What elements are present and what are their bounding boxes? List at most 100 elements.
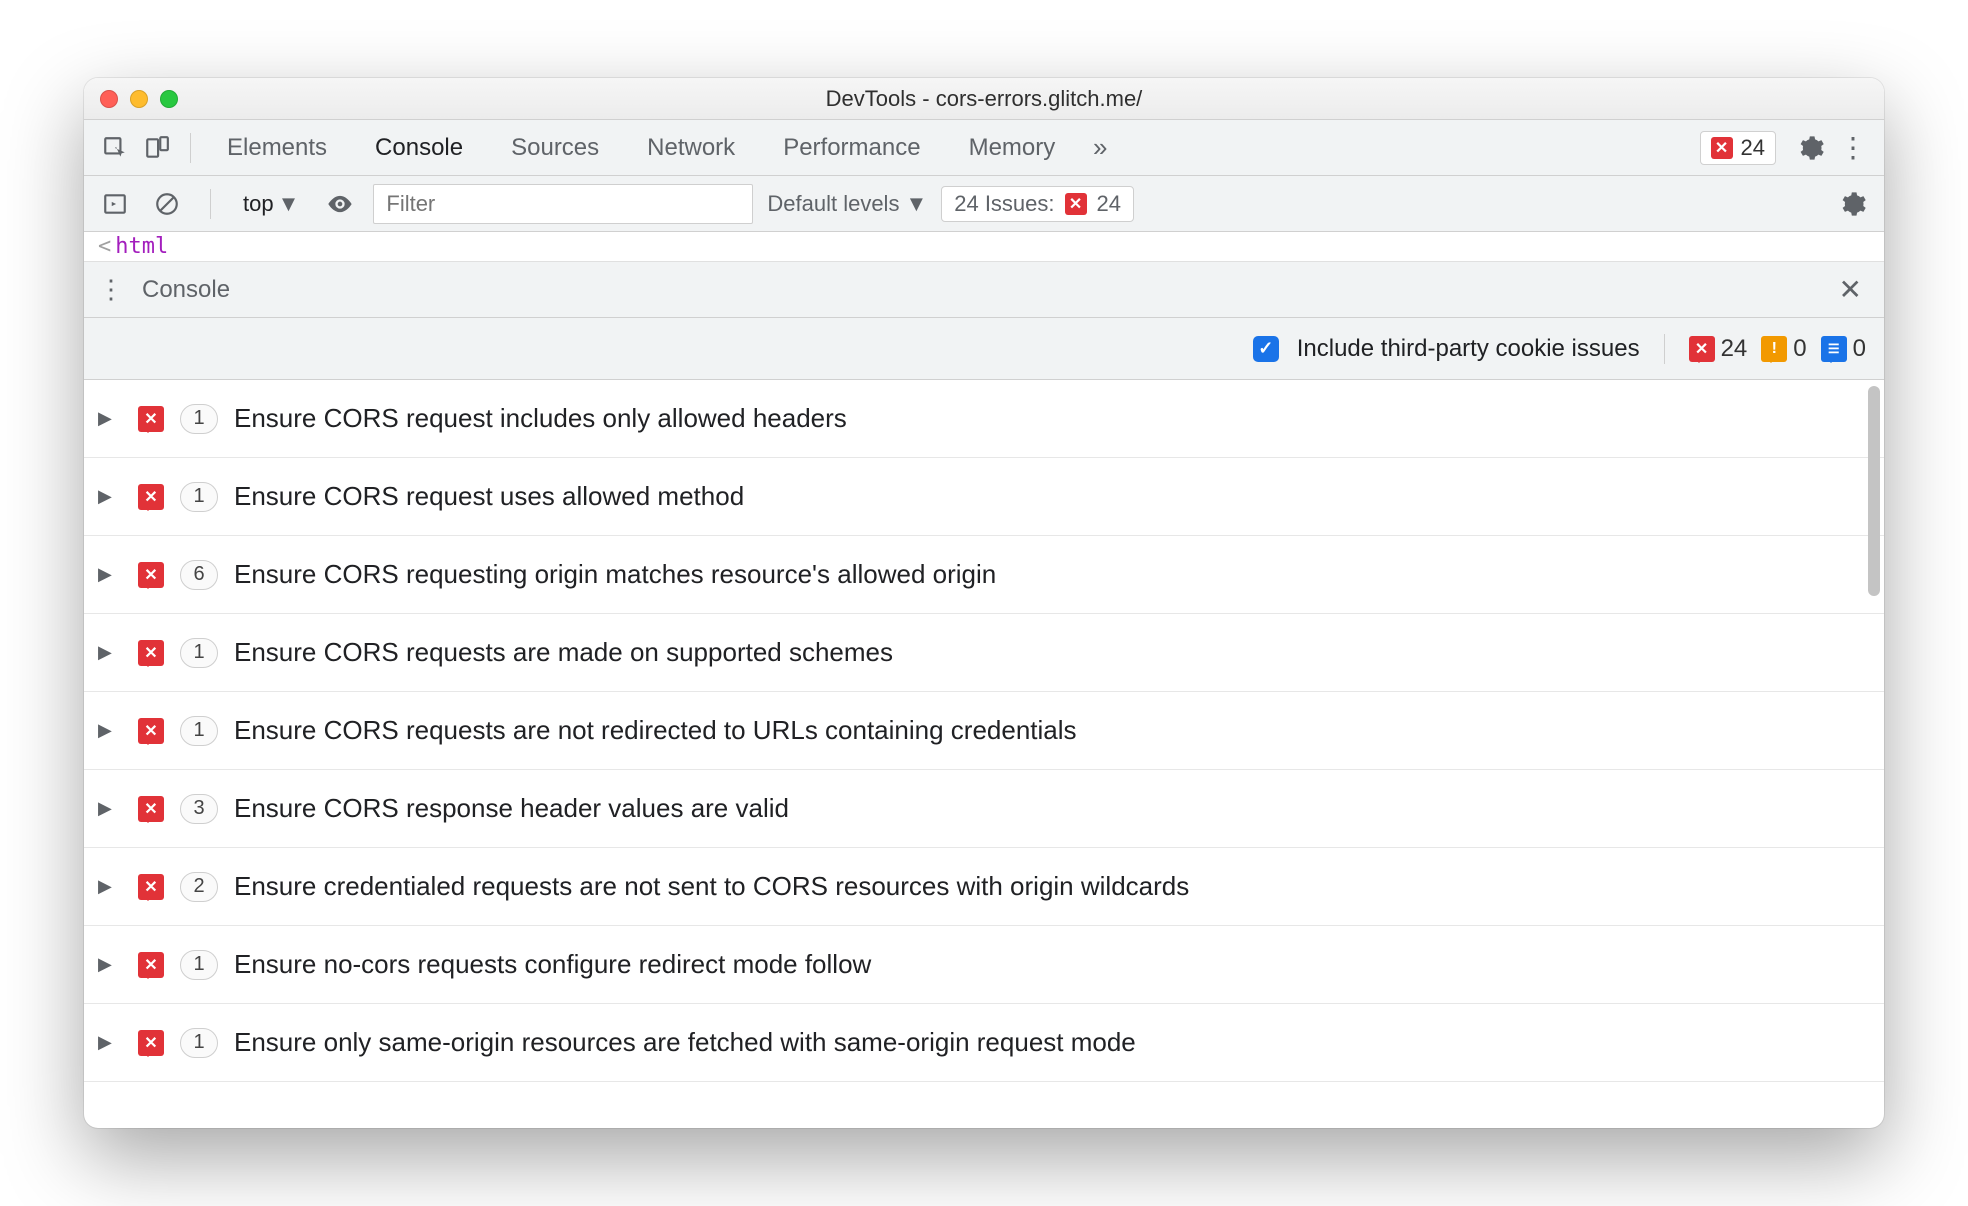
expand-icon[interactable]: ▶ [98,1032,122,1053]
filter-input[interactable] [373,184,753,224]
warning-icon: ! [1761,336,1787,362]
issue-count-pill: 1 [180,638,218,668]
window-controls [100,90,178,108]
error-icon: ✕ [138,406,164,432]
angle-bracket: < [98,234,111,259]
tab-elements[interactable]: Elements [205,120,349,176]
expand-icon[interactable]: ▶ [98,720,122,741]
warning-count-group[interactable]: ! 0 [1761,335,1806,363]
drawer-title: Console [142,276,230,304]
issue-text: Ensure CORS request includes only allowe… [234,403,847,434]
error-count-badge[interactable]: ✕ 24 [1700,131,1776,165]
issue-count-pill: 1 [180,404,218,434]
error-icon: ✕ [138,952,164,978]
live-expression-icon[interactable] [321,185,359,223]
devtools-window: DevTools - cors-errors.glitch.me/ Elemen… [84,78,1884,1128]
error-count: 24 [1741,135,1765,161]
separator [210,189,211,219]
info-count-group[interactable]: ☰ 0 [1821,335,1866,363]
info-count: 0 [1853,335,1866,363]
context-selector[interactable]: top ▼ [235,187,307,221]
device-toolbar-icon[interactable] [138,129,176,167]
kebab-menu-icon[interactable]: ⋮ [98,274,124,305]
issues-label: 24 Issues: [954,191,1054,217]
issue-row[interactable]: ▶ ✕ 1 Ensure CORS requests are made on s… [84,614,1884,692]
tab-console[interactable]: Console [353,120,485,176]
issue-text: Ensure no-cors requests configure redire… [234,949,871,980]
error-count: 24 [1721,335,1748,363]
warning-count: 0 [1793,335,1806,363]
expand-icon[interactable]: ▶ [98,642,122,663]
error-icon: ✕ [138,874,164,900]
issue-row[interactable]: ▶ ✕ 1 Ensure CORS requests are not redir… [84,692,1884,770]
issue-text: Ensure CORS response header values are v… [234,793,789,824]
window-title: DevTools - cors-errors.glitch.me/ [84,86,1884,112]
tab-network[interactable]: Network [625,120,757,176]
issue-text: Ensure only same-origin resources are fe… [234,1027,1136,1058]
inspect-element-icon[interactable] [96,129,134,167]
expand-icon[interactable]: ▶ [98,408,122,429]
tab-memory[interactable]: Memory [947,120,1078,176]
expand-icon[interactable]: ▶ [98,876,122,897]
error-icon: ✕ [138,796,164,822]
issue-row[interactable]: ▶ ✕ 1 Ensure only same-origin resources … [84,1004,1884,1082]
error-icon: ✕ [138,718,164,744]
close-drawer-icon[interactable]: ✕ [1831,267,1870,312]
issue-text: Ensure CORS requests are not redirected … [234,715,1077,746]
error-icon: ✕ [138,484,164,510]
issue-text: Ensure CORS request uses allowed method [234,481,744,512]
issues-count: 24 [1097,191,1121,217]
tab-sources[interactable]: Sources [489,120,621,176]
source-peek: < html [84,232,1884,262]
scrollbar[interactable] [1868,386,1880,596]
chevron-down-icon: ▼ [278,191,300,217]
info-icon: ☰ [1821,336,1847,362]
issue-row[interactable]: ▶ ✕ 1 Ensure CORS request includes only … [84,380,1884,458]
console-toolbar: top ▼ Default levels ▼ 24 Issues: ✕ 24 [84,176,1884,232]
issue-text: Ensure CORS requests are made on support… [234,637,893,668]
issue-row[interactable]: ▶ ✕ 1 Ensure no-cors requests configure … [84,926,1884,1004]
issue-count-pill: 1 [180,482,218,512]
expand-icon[interactable]: ▶ [98,798,122,819]
context-label: top [243,191,274,217]
chevron-down-icon: ▼ [905,191,927,217]
console-sidebar-toggle-icon[interactable] [96,185,134,223]
issue-row[interactable]: ▶ ✕ 2 Ensure credentialed requests are n… [84,848,1884,926]
expand-icon[interactable]: ▶ [98,954,122,975]
levels-label: Default levels [767,191,899,217]
issue-row[interactable]: ▶ ✕ 6 Ensure CORS requesting origin matc… [84,536,1884,614]
zoom-window-button[interactable] [160,90,178,108]
clear-console-icon[interactable] [148,185,186,223]
error-icon: ✕ [138,562,164,588]
separator [1664,334,1665,364]
issue-counts: ✕ 24 ! 0 ☰ 0 [1689,335,1866,363]
error-icon: ✕ [1065,193,1087,215]
issue-text: Ensure CORS requesting origin matches re… [234,559,996,590]
kebab-menu-icon[interactable]: ⋮ [1834,129,1872,167]
issue-count-pill: 6 [180,560,218,590]
settings-icon[interactable] [1792,129,1830,167]
error-icon: ✕ [138,640,164,666]
separator [190,133,191,163]
expand-icon[interactable]: ▶ [98,564,122,585]
log-levels-selector[interactable]: Default levels ▼ [767,191,927,217]
issue-row[interactable]: ▶ ✕ 1 Ensure CORS request uses allowed m… [84,458,1884,536]
console-settings-icon[interactable] [1834,185,1872,223]
third-party-checkbox[interactable]: ✓ [1253,336,1279,362]
error-icon: ✕ [138,1030,164,1056]
third-party-label: Include third-party cookie issues [1297,335,1640,363]
minimize-window-button[interactable] [130,90,148,108]
issue-count-pill: 1 [180,716,218,746]
expand-icon[interactable]: ▶ [98,486,122,507]
issue-count-pill: 1 [180,1028,218,1058]
more-tabs-icon[interactable]: » [1081,129,1119,167]
error-count-group[interactable]: ✕ 24 [1689,335,1748,363]
issues-indicator[interactable]: 24 Issues: ✕ 24 [941,186,1134,222]
tab-performance[interactable]: Performance [761,120,942,176]
issues-list: ▶ ✕ 1 Ensure CORS request includes only … [84,380,1884,1128]
html-tag: html [115,234,168,259]
close-window-button[interactable] [100,90,118,108]
issue-row[interactable]: ▶ ✕ 3 Ensure CORS response header values… [84,770,1884,848]
error-icon: ✕ [1711,137,1733,159]
drawer-header: ⋮ Console ✕ [84,262,1884,318]
